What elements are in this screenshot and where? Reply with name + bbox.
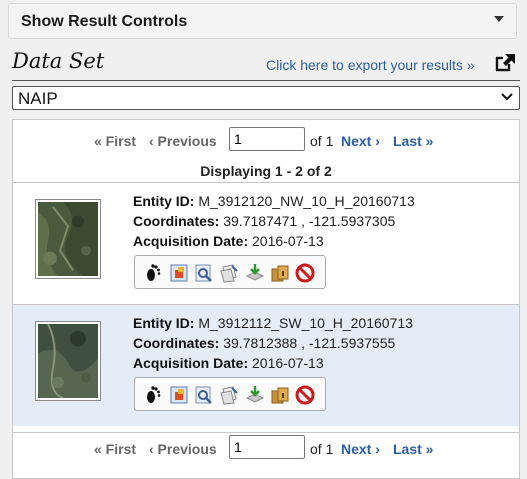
- show-result-controls-toggle[interactable]: Show Result Controls: [8, 3, 517, 39]
- exclude-icon[interactable]: [295, 263, 315, 283]
- footprint-icon[interactable]: [143, 263, 163, 283]
- previous-page-link[interactable]: ‹ Previous: [149, 441, 217, 457]
- result-actions-toolbar: [134, 377, 326, 411]
- coordinates-value: 39.7812388 , -121.5937555: [223, 335, 396, 351]
- pagination-bottom: « First ‹ Previous of 1 Next › Last »: [13, 432, 519, 463]
- metadata-icon[interactable]: [194, 385, 214, 405]
- exclude-icon[interactable]: [295, 385, 315, 405]
- overlay-icon[interactable]: [169, 263, 189, 283]
- result-details: Entity ID: M_3912120_NW_10_H_20160713 Co…: [133, 191, 415, 251]
- order-icon[interactable]: [270, 385, 290, 405]
- dropdown-caret-icon: [494, 16, 504, 22]
- coordinates-label: Coordinates:: [133, 335, 220, 351]
- next-page-link[interactable]: Next ›: [341, 133, 380, 149]
- result-controls-label: Show Result Controls: [21, 13, 188, 30]
- first-page-link[interactable]: « First: [94, 133, 136, 149]
- result-thumbnail[interactable]: [35, 199, 101, 279]
- result-row: Entity ID: M_3912120_NW_10_H_20160713 Co…: [13, 182, 519, 304]
- metadata-icon[interactable]: [194, 263, 214, 283]
- first-page-link[interactable]: « First: [94, 441, 136, 457]
- entity-id-label: Entity ID:: [133, 193, 195, 209]
- acquisition-date-label: Acquisition Date:: [133, 355, 249, 371]
- divider: [12, 80, 520, 81]
- entity-id-value: M_3912112_SW_10_H_20160713: [198, 315, 413, 331]
- download-icon[interactable]: [245, 385, 265, 405]
- chevron-down-icon: [501, 93, 513, 101]
- acquisition-date-value: 2016-07-13: [252, 233, 324, 249]
- page-number-input[interactable]: [229, 127, 305, 151]
- result-details: Entity ID: M_3912112_SW_10_H_20160713 Co…: [133, 313, 413, 373]
- displaying-count: Displaying 1 - 2 of 2: [200, 163, 332, 179]
- order-icon[interactable]: [270, 263, 290, 283]
- last-page-link[interactable]: Last »: [393, 441, 433, 457]
- entity-id-value: M_3912120_NW_10_H_20160713: [198, 193, 415, 209]
- data-set-title: Data Set: [12, 49, 105, 73]
- download-icon[interactable]: [245, 263, 265, 283]
- result-actions-toolbar: [134, 255, 326, 289]
- acquisition-date-value: 2016-07-13: [252, 355, 324, 371]
- data-set-select[interactable]: NAIP: [12, 86, 520, 110]
- result-thumbnail[interactable]: [35, 321, 101, 401]
- pagination-top: « First ‹ Previous of 1 Next › Last »: [13, 125, 519, 155]
- page-count-text: of 1: [310, 441, 334, 457]
- previous-page-link[interactable]: ‹ Previous: [149, 133, 217, 149]
- compare-icon[interactable]: [219, 263, 239, 283]
- next-page-link[interactable]: Next ›: [341, 441, 380, 457]
- external-link-icon[interactable]: [495, 52, 517, 72]
- page-number-input[interactable]: [229, 435, 305, 459]
- acquisition-date-label: Acquisition Date:: [133, 233, 249, 249]
- overlay-icon[interactable]: [169, 385, 189, 405]
- result-row: Entity ID: M_3912112_SW_10_H_20160713 Co…: [13, 304, 519, 426]
- last-page-link[interactable]: Last »: [393, 133, 433, 149]
- entity-id-label: Entity ID:: [133, 315, 195, 331]
- coordinates-value: 39.7187471 , -121.5937305: [223, 213, 396, 229]
- compare-icon[interactable]: [219, 385, 239, 405]
- data-set-selected-value: NAIP: [18, 89, 58, 108]
- coordinates-label: Coordinates:: [133, 213, 220, 229]
- export-results-link[interactable]: Click here to export your results »: [266, 57, 475, 73]
- results-panel: « First ‹ Previous of 1 Next › Last » Di…: [12, 119, 520, 479]
- footprint-icon[interactable]: [143, 385, 163, 405]
- page-count-text: of 1: [310, 133, 334, 149]
